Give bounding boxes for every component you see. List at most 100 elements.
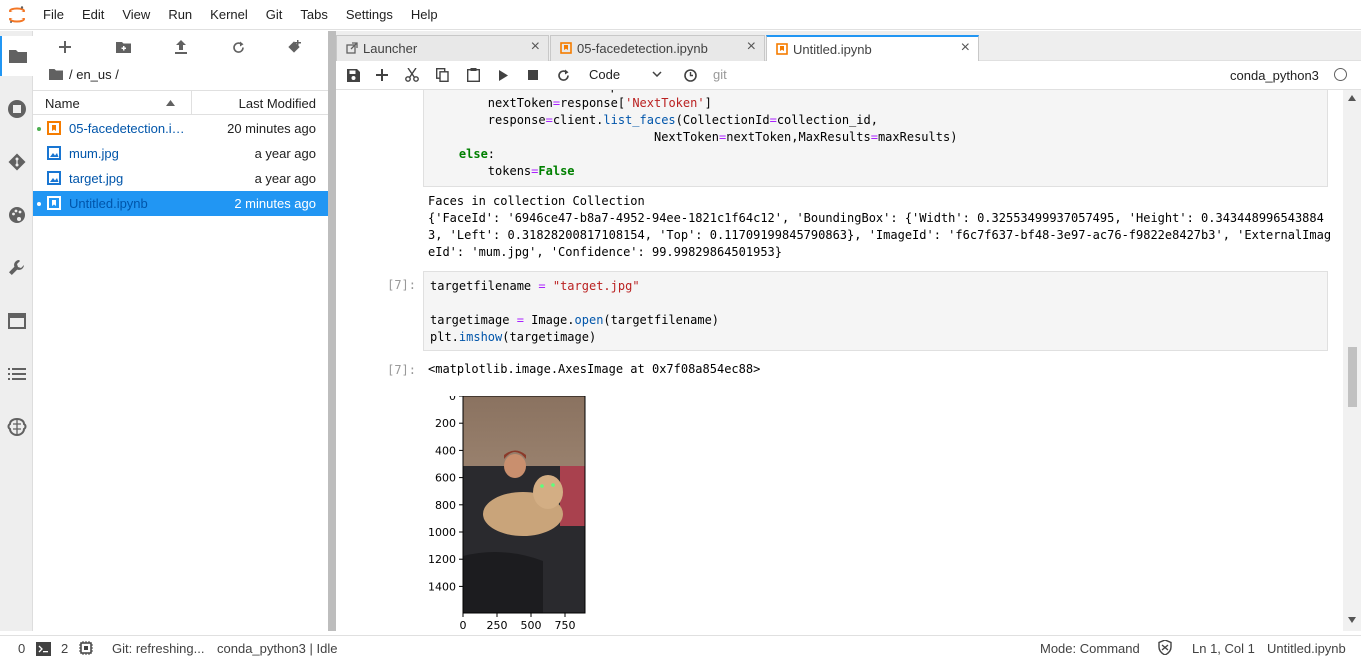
- file-name: Untitled.ipynb: [69, 196, 148, 211]
- running-indicator: [37, 202, 41, 206]
- code-line: response=client.list_faces(CollectionId=…: [430, 113, 878, 127]
- copy-icon[interactable]: [434, 67, 450, 83]
- file-row[interactable]: target.jpg a year ago: [33, 166, 328, 191]
- trusted-shield-icon[interactable]: [1158, 640, 1172, 655]
- running-icon[interactable]: [0, 89, 33, 129]
- breadcrumb-folder-icon[interactable]: [49, 69, 63, 80]
- panel-splitter[interactable]: [328, 31, 336, 631]
- tab-label: 05-facedetection.ipynb: [577, 41, 708, 56]
- code-cell-editor[interactable]: if 'NextToken' in response: nextToken=re…: [423, 90, 1328, 187]
- menu-git[interactable]: Git: [257, 0, 292, 30]
- refresh-button[interactable]: [218, 31, 258, 63]
- notebook-file-icon: [47, 196, 61, 210]
- menu-settings[interactable]: Settings: [337, 0, 402, 30]
- sort-ascending-icon[interactable]: [166, 100, 175, 106]
- new-launcher-button[interactable]: [45, 31, 85, 63]
- y-tick-label: 1000: [428, 526, 456, 539]
- tab-05-facedetection[interactable]: 05-facedetection.ipynb ×: [550, 35, 765, 61]
- breadcrumb-path[interactable]: / en_us /: [69, 67, 119, 82]
- jupyter-logo-icon: [0, 0, 34, 30]
- x-tick-label: 250: [487, 619, 508, 632]
- notebook-icon: [560, 42, 572, 54]
- vertical-scrollbar[interactable]: [1343, 90, 1361, 631]
- upload-button[interactable]: [161, 31, 201, 63]
- stop-icon[interactable]: [525, 67, 541, 83]
- running-indicator: [37, 127, 41, 131]
- menu-view[interactable]: View: [113, 0, 159, 30]
- photo-dog-eye: [540, 484, 544, 488]
- file-modified: 2 minutes ago: [234, 196, 316, 211]
- y-tick-label: 200: [435, 417, 456, 430]
- file-modified: a year ago: [254, 171, 316, 186]
- x-tick-label: 0: [460, 619, 467, 632]
- scroll-up-icon[interactable]: [1348, 95, 1356, 101]
- notebook-icon: [776, 43, 788, 55]
- save-icon[interactable]: [345, 67, 361, 83]
- menu-edit[interactable]: Edit: [73, 0, 113, 30]
- close-tab-icon[interactable]: ×: [961, 39, 970, 57]
- folder-icon[interactable]: [0, 36, 33, 76]
- git-clone-button[interactable]: [274, 31, 314, 63]
- code-line: targetfilename = "target.jpg": [430, 279, 640, 293]
- menu-tabs[interactable]: Tabs: [291, 0, 336, 30]
- y-tick-label: 600: [435, 472, 456, 485]
- git-status[interactable]: Git: refreshing...: [112, 641, 204, 656]
- file-modified: 20 minutes ago: [227, 121, 316, 136]
- scrollbar-thumb[interactable]: [1348, 347, 1357, 407]
- y-tick-label: 1400: [428, 580, 456, 593]
- kernel-status-icon: [1334, 68, 1347, 81]
- file-name: 05-facedetection.ipynb: [69, 121, 191, 136]
- restart-icon[interactable]: [555, 67, 571, 83]
- file-row-selected[interactable]: Untitled.ipynb 2 minutes ago: [33, 191, 328, 216]
- tab-label: Launcher: [363, 41, 418, 56]
- kernel-name[interactable]: conda_python3: [1230, 68, 1319, 83]
- run-icon[interactable]: [495, 67, 511, 83]
- file-row[interactable]: mum.jpg a year ago: [33, 141, 328, 166]
- cut-icon[interactable]: [404, 67, 420, 83]
- palette-icon[interactable]: [0, 195, 33, 235]
- menu-run[interactable]: Run: [159, 0, 201, 30]
- tab-launcher[interactable]: Launcher ×: [336, 35, 549, 61]
- photo-dog-head: [533, 475, 563, 509]
- terminal-count[interactable]: 0: [18, 641, 25, 656]
- y-tick-label: 0: [449, 396, 456, 403]
- menu-file[interactable]: File: [34, 0, 73, 30]
- code-cell-editor[interactable]: targetfilename = "target.jpg" targetimag…: [423, 271, 1328, 351]
- extension-brain-icon[interactable]: [0, 407, 33, 447]
- git-label[interactable]: git: [713, 67, 727, 82]
- name-column-header[interactable]: Name: [45, 96, 80, 111]
- wrench-icon[interactable]: [0, 248, 33, 288]
- modified-column-header[interactable]: Last Modified: [239, 96, 316, 111]
- tab-untitled[interactable]: Untitled.ipynb ×: [766, 35, 979, 62]
- file-modified: a year ago: [254, 146, 316, 161]
- kernel-chip-icon[interactable]: [79, 641, 93, 655]
- photo-pillow: [560, 466, 585, 526]
- mode-indicator[interactable]: Mode: Command: [1040, 641, 1140, 656]
- close-tab-icon[interactable]: ×: [531, 38, 540, 56]
- terminal-icon[interactable]: [36, 642, 51, 656]
- image-file-icon: [47, 171, 61, 185]
- close-tab-icon[interactable]: ×: [747, 38, 756, 56]
- file-row[interactable]: 05-facedetection.ipynb 20 minutes ago: [33, 116, 328, 141]
- code-line: tokens=False: [430, 164, 575, 178]
- toc-icon[interactable]: [0, 354, 33, 394]
- clock-icon[interactable]: [682, 67, 698, 83]
- kernel-count[interactable]: 2: [61, 641, 68, 656]
- cursor-position[interactable]: Ln 1, Col 1: [1192, 641, 1255, 656]
- breadcrumb: / en_us /: [49, 67, 119, 82]
- menu-help[interactable]: Help: [402, 0, 447, 30]
- y-tick-label: 1200: [428, 553, 456, 566]
- git-icon[interactable]: [0, 142, 33, 182]
- tabs-icon[interactable]: [0, 301, 33, 341]
- add-cell-icon[interactable]: [374, 67, 390, 83]
- new-folder-button[interactable]: [103, 31, 143, 63]
- menu-kernel[interactable]: Kernel: [201, 0, 257, 30]
- cell-type-select[interactable]: Code: [581, 66, 666, 85]
- scroll-down-icon[interactable]: [1348, 617, 1356, 623]
- cell-output-line: {'FaceId': '6946ce47-b8a7-4952-94ee-1821…: [428, 211, 1324, 225]
- kernel-status[interactable]: conda_python3 | Idle: [217, 641, 337, 656]
- paste-icon[interactable]: [465, 67, 481, 83]
- file-name: mum.jpg: [69, 146, 119, 161]
- menu-bar: File Edit View Run Kernel Git Tabs Setti…: [0, 0, 1361, 30]
